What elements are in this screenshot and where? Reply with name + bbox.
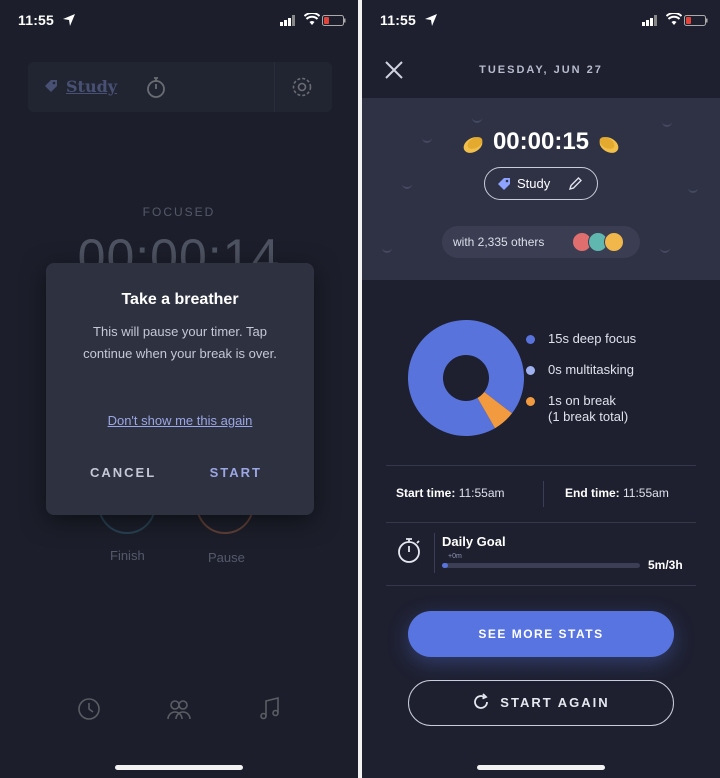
- tag-label[interactable]: Study: [66, 77, 117, 96]
- tag-icon: [45, 80, 57, 92]
- legend-deep-focus: 15s deep focus: [526, 331, 637, 347]
- take-a-breather-dialog: Take a breather This will pause your tim…: [46, 263, 314, 515]
- pencil-icon[interactable]: [568, 176, 583, 191]
- stopwatch-icon[interactable]: [144, 75, 168, 99]
- legend-dot-on-break: [526, 397, 535, 406]
- status-time: 11:55: [380, 12, 417, 28]
- decorative-squiggle: [660, 248, 670, 253]
- wifi-icon: [666, 13, 682, 25]
- legend-multitasking: 0s multitasking: [526, 362, 634, 378]
- decorative-squiggle: [472, 118, 482, 123]
- tag-label: Study: [517, 176, 551, 191]
- start-time-label: Start time:: [396, 486, 456, 500]
- session-hero: 00:00:15 Study with 2,335 others: [362, 98, 720, 280]
- battery-icon: [322, 15, 346, 26]
- session-summary-screen: 11:55 TUESDAY, JUN 27 00:00:15 Study wit…: [362, 0, 720, 778]
- start-again-label: START AGAIN: [500, 695, 610, 710]
- start-time: Start time: 11:55am: [396, 486, 505, 500]
- session-timer: 00:00:15: [492, 128, 590, 155]
- session-timer-row: 00:00:15: [362, 128, 720, 156]
- legend-on-break-label: 1s on break: [548, 393, 616, 408]
- focus-breakdown-chart: [408, 320, 524, 436]
- music-icon[interactable]: [257, 696, 283, 722]
- focused-label: FOCUSED: [142, 205, 216, 219]
- cancel-button[interactable]: CANCEL: [90, 465, 156, 480]
- see-more-stats-button[interactable]: SEE MORE STATS: [408, 611, 674, 657]
- divider: [386, 522, 696, 523]
- clapping-hands-icon: [463, 136, 483, 153]
- status-bar: 11:55: [0, 12, 358, 32]
- legend-on-break: 1s on break (1 break total): [526, 393, 629, 425]
- session-topbar: Study: [28, 62, 332, 112]
- friends-icon[interactable]: [166, 696, 192, 722]
- focus-screen: 11:55 Study FOCUSED 00:00:14 Finish Paus…: [0, 0, 358, 778]
- start-break-button[interactable]: START: [210, 465, 262, 480]
- decorative-squiggle: [662, 122, 672, 127]
- start-time-value: 11:55am: [458, 486, 505, 500]
- avatar: [604, 232, 624, 252]
- status-bar: 11:55: [362, 12, 720, 32]
- dialog-title: Take a breather: [121, 291, 239, 308]
- daily-goal-value: 5m/3h: [648, 558, 683, 572]
- battery-icon: [684, 15, 708, 26]
- dialog-body: This will pause your timer. Tap continue…: [83, 324, 277, 361]
- finish-label: Finish: [110, 548, 145, 563]
- clapping-hands-icon: [599, 136, 619, 153]
- pause-label: Pause: [208, 550, 245, 565]
- end-time: End time: 11:55am: [565, 486, 669, 500]
- others-badge[interactable]: with 2,335 others: [442, 226, 640, 258]
- legend-multitasking-label: 0s multitasking: [548, 362, 634, 377]
- end-time-value: 11:55am: [623, 486, 669, 500]
- history-icon[interactable]: [76, 696, 102, 722]
- goal-divider: [434, 533, 435, 573]
- restart-icon: [474, 693, 489, 709]
- decorative-squiggle: [382, 248, 392, 253]
- decorative-squiggle: [402, 184, 412, 189]
- location-arrow-icon: [425, 14, 437, 26]
- gear-icon[interactable]: [290, 75, 314, 99]
- location-arrow-icon: [63, 14, 75, 26]
- end-time-label: End time:: [565, 486, 620, 500]
- legend-on-break-sublabel: (1 break total): [548, 409, 629, 424]
- stopwatch-icon: [398, 538, 420, 563]
- divider: [386, 465, 696, 466]
- cellular-signal-icon: [642, 15, 657, 26]
- daily-goal-progress-fill: [442, 563, 448, 568]
- tag-icon: [498, 178, 510, 190]
- start-again-button[interactable]: START AGAIN: [408, 680, 674, 726]
- legend-deep-focus-label: 15s deep focus: [548, 331, 637, 346]
- daily-goal-title: Daily Goal: [442, 534, 506, 549]
- wifi-icon: [304, 13, 320, 25]
- cellular-signal-icon: [280, 15, 295, 26]
- times-divider: [543, 481, 544, 507]
- status-time: 11:55: [18, 12, 55, 28]
- daily-goal-progress: [442, 563, 640, 568]
- home-indicator: [477, 765, 605, 770]
- daily-goal-increment: +0m: [448, 553, 462, 560]
- decorative-squiggle: [688, 188, 698, 193]
- legend-dot-multitasking: [526, 366, 535, 375]
- legend-dot-deep-focus: [526, 335, 535, 344]
- home-indicator: [115, 765, 243, 770]
- others-label: with 2,335 others: [453, 235, 545, 249]
- session-date: TUESDAY, JUN 27: [479, 64, 603, 76]
- tag-pill[interactable]: Study: [484, 167, 598, 200]
- divider: [386, 585, 696, 586]
- dont-show-again-link[interactable]: Don't show me this again: [46, 413, 314, 428]
- topbar-divider: [274, 62, 275, 112]
